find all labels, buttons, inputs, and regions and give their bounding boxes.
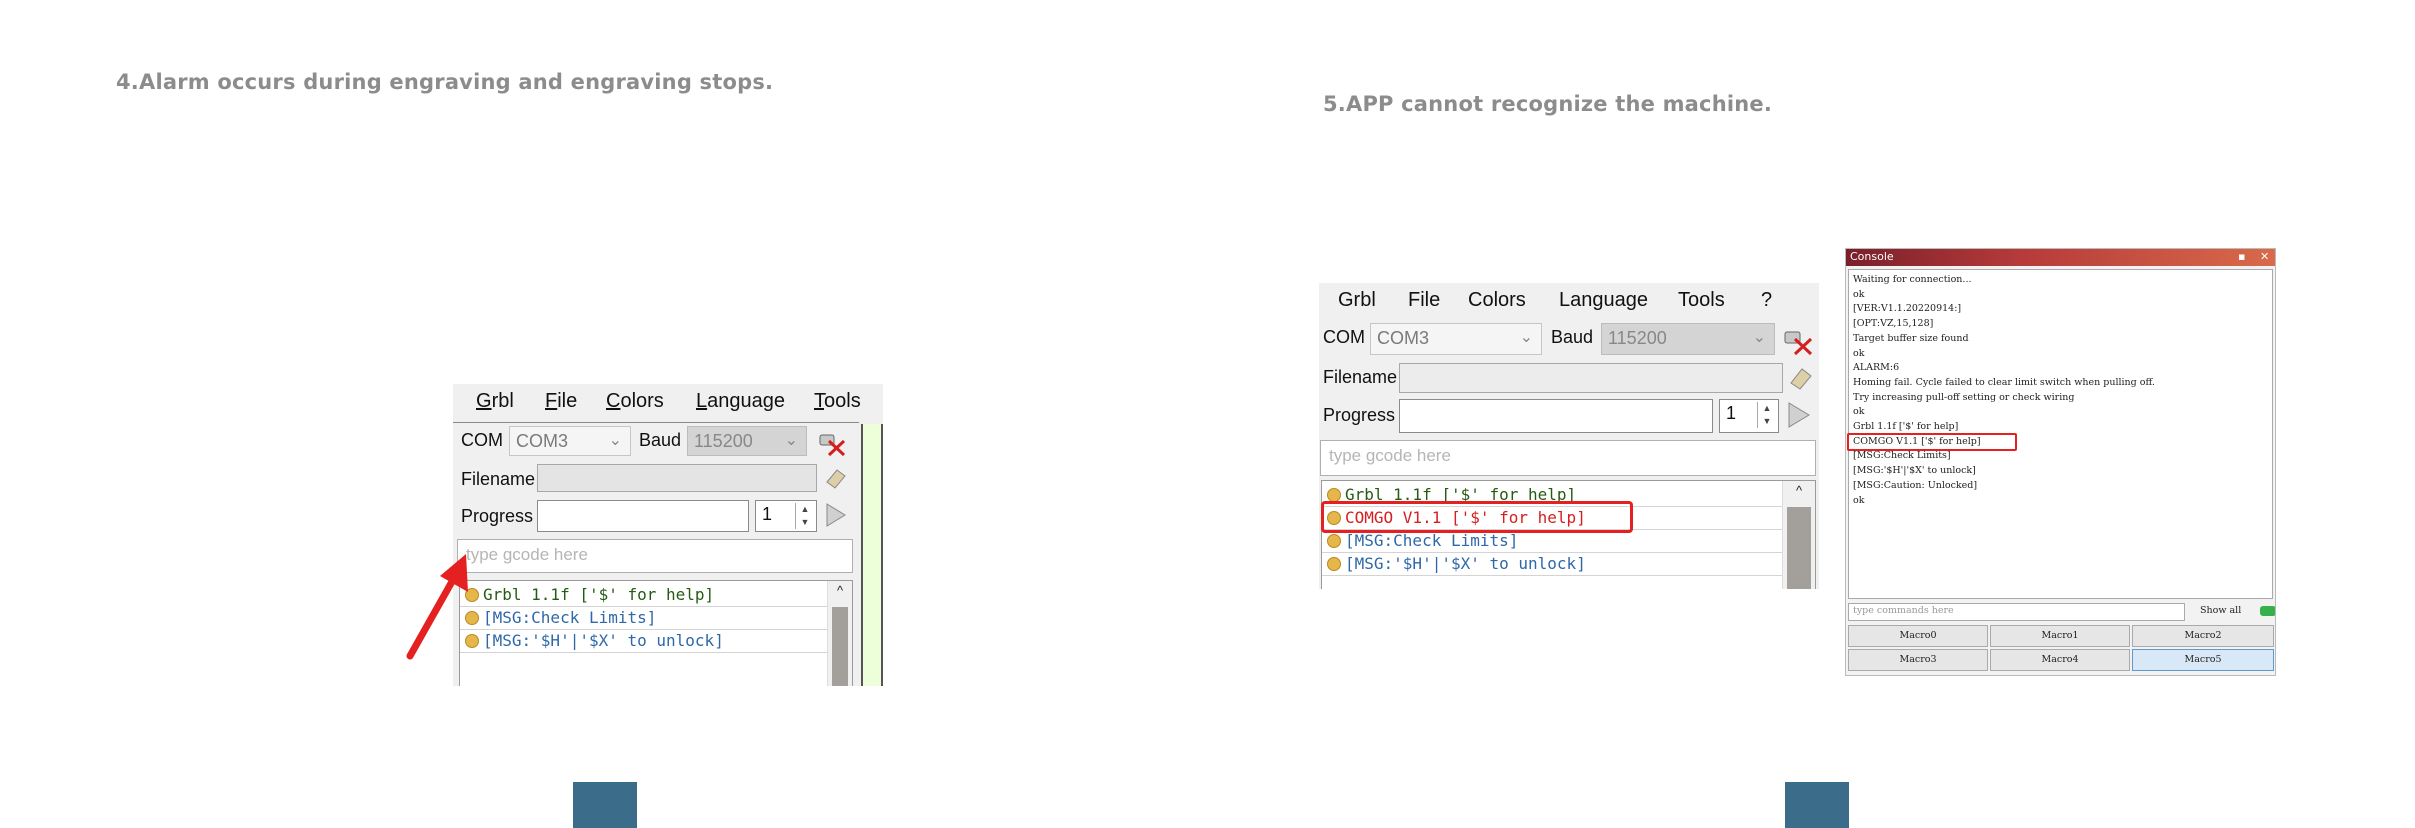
message-icon: [1327, 488, 1341, 502]
disconnect-icon[interactable]: [817, 429, 847, 457]
grbl-panel-right: Grbl File Colors Language Tools ? COM CO…: [1319, 283, 1819, 589]
show-all-toggle[interactable]: [2260, 606, 2275, 616]
message-icon: [1327, 534, 1341, 548]
eraser-icon[interactable]: [823, 466, 849, 490]
filename-field[interactable]: [537, 464, 817, 492]
menu-help[interactable]: ?: [1761, 289, 1772, 312]
filename-label: Filename: [461, 469, 536, 489]
highlight-box: [1847, 433, 2017, 451]
menu-language[interactable]: Language: [1559, 289, 1648, 312]
show-all-label: Show all: [2200, 605, 2242, 616]
ruler-tick-label: 380: [861, 512, 865, 538]
console-list: Grbl 1.1f ['$' for help] [MSG:Check Limi…: [459, 580, 853, 686]
console-line: Grbl 1.1f ['$' for help]: [460, 583, 828, 607]
baud-label: Baud: [1551, 327, 1594, 347]
progress-bar: [537, 500, 749, 532]
macro-button[interactable]: Macro4: [1990, 649, 2130, 671]
highlight-box: [1321, 501, 1633, 533]
disconnect-icon[interactable]: [1782, 326, 1814, 356]
page-marker: [573, 782, 637, 828]
grbl-panel-left: Grbl File Colors Language Tools COM COM3…: [453, 384, 883, 686]
message-icon: [1327, 557, 1341, 571]
chevron-down-icon: ⌄: [784, 432, 798, 449]
gcode-input[interactable]: type gcode here: [1320, 440, 1816, 476]
ruler-tick-label: 360: [861, 592, 865, 618]
copies-stepper[interactable]: 1 ▲ ▼: [1719, 399, 1779, 433]
play-icon[interactable]: [825, 502, 847, 528]
close-icon[interactable]: ✕: [2260, 250, 2269, 263]
console-scrollbar[interactable]: ^: [1782, 481, 1815, 589]
section-heading-alarm: 4.Alarm occurs during engraving and engr…: [116, 70, 774, 94]
scrollbar-thumb[interactable]: [832, 607, 848, 686]
menu-grbl[interactable]: Grbl: [1338, 289, 1376, 312]
console-scrollbar[interactable]: ^: [827, 581, 852, 686]
restore-icon[interactable]: ▪: [2238, 250, 2245, 263]
menu-tools[interactable]: Tools: [814, 390, 861, 413]
menu-grbl[interactable]: Grbl: [476, 390, 514, 413]
progress-label: Progress: [461, 506, 534, 526]
ruler-tick-label: 400: [861, 432, 865, 458]
scrollbar-thumb[interactable]: [1787, 507, 1811, 589]
baud-label: Baud: [639, 430, 682, 450]
menu-language[interactable]: Language: [696, 390, 785, 413]
macro-button[interactable]: Macro3: [1848, 649, 1988, 671]
console-list: Grbl 1.1f ['$' for help] COMGO V1.1 ['$'…: [1321, 480, 1816, 589]
section-heading-app: 5.APP cannot recognize the machine.: [1323, 92, 1773, 116]
menu-file[interactable]: File: [1408, 289, 1440, 312]
progress-bar: [1399, 399, 1713, 433]
page-marker: [1785, 782, 1849, 828]
baud-rate-select[interactable]: 115200 ⌄: [687, 426, 807, 456]
scroll-up-icon[interactable]: ^: [828, 583, 852, 598]
play-icon[interactable]: [1787, 401, 1811, 429]
stepper-arrows-icon[interactable]: ▲ ▼: [795, 503, 814, 529]
stepper-arrows-icon[interactable]: ▲ ▼: [1757, 402, 1776, 428]
console-line: [MSG:'$H'|'$X' to unlock]: [1322, 552, 1791, 576]
menu-bar: Grbl File Colors Language Tools ?: [1319, 283, 1819, 319]
progress-label: Progress: [1323, 405, 1396, 425]
com-port-select[interactable]: COM3 ⌄: [509, 426, 631, 456]
eraser-icon[interactable]: [1787, 365, 1815, 391]
console-window: Console ▪ ✕ Waiting for connection... ok…: [1845, 248, 2276, 676]
com-label: COM: [1323, 327, 1365, 347]
filename-field[interactable]: [1399, 363, 1783, 393]
com-port-select[interactable]: COM3 ⌄: [1370, 323, 1542, 355]
console-line: [MSG:'$H'|'$X' to unlock]: [460, 629, 828, 653]
menu-colors[interactable]: Colors: [606, 390, 664, 413]
scroll-up-icon[interactable]: ^: [1783, 483, 1815, 498]
chevron-down-icon: ⌄: [1752, 329, 1766, 346]
menu-bar: Grbl File Colors Language Tools: [453, 384, 883, 420]
macro-button[interactable]: Macro2: [2132, 625, 2274, 647]
baud-rate-select[interactable]: 115200 ⌄: [1601, 323, 1775, 355]
com-label: COM: [461, 430, 503, 450]
chevron-down-icon: ⌄: [608, 432, 622, 449]
macro-button[interactable]: Macro0: [1848, 625, 1988, 647]
menu-tools[interactable]: Tools: [1678, 289, 1725, 312]
ruler: 400 380 360 340: [861, 424, 883, 686]
filename-label: Filename: [1323, 367, 1398, 387]
copies-stepper[interactable]: 1 ▲ ▼: [755, 500, 817, 532]
chevron-down-icon: ⌄: [1519, 329, 1533, 346]
menu-file[interactable]: File: [545, 390, 577, 413]
console-titlebar: Console ▪ ✕: [1846, 249, 2275, 266]
menu-colors[interactable]: Colors: [1468, 289, 1526, 312]
command-input[interactable]: type commands here: [1848, 603, 2185, 621]
macro-button[interactable]: Macro5: [2132, 649, 2274, 671]
console-line: [MSG:Check Limits]: [460, 606, 828, 630]
macro-button[interactable]: Macro1: [1990, 625, 2130, 647]
ruler-tick-label: 340: [861, 672, 865, 686]
gcode-input[interactable]: type gcode here: [457, 539, 853, 573]
arrow-pointer-icon: [406, 554, 468, 660]
